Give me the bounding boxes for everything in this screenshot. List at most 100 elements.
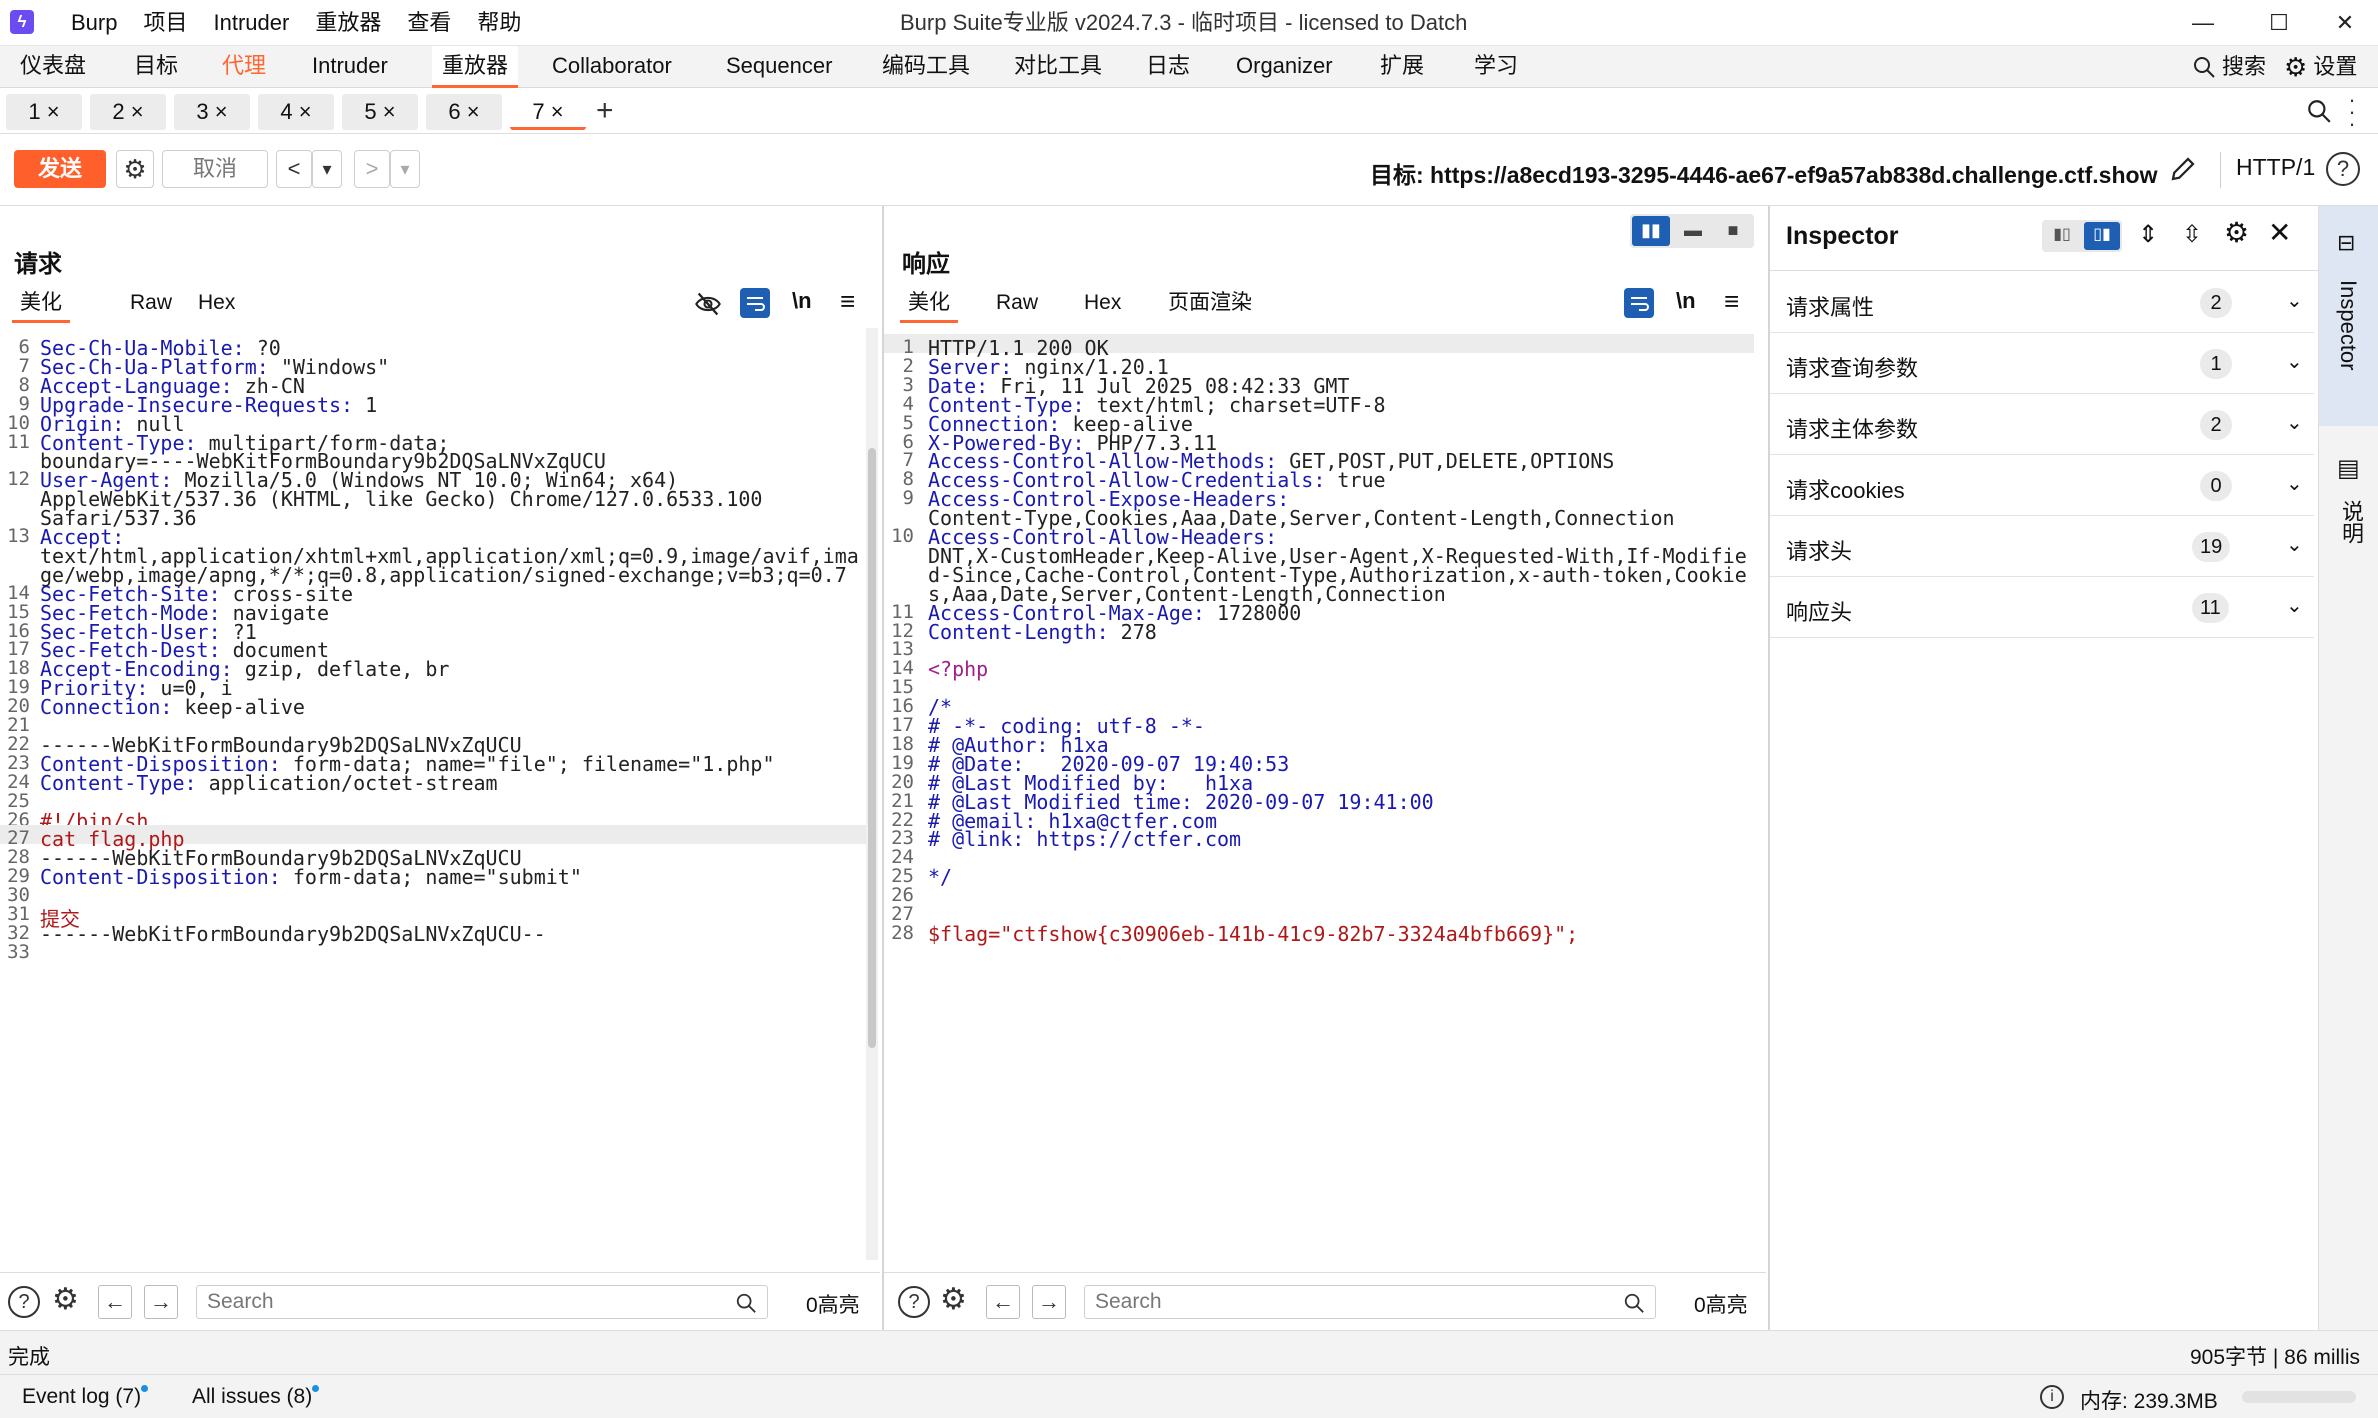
tab-decoder[interactable]: 编码工具	[872, 46, 980, 88]
response-tab-render[interactable]: 页面渲染	[1160, 286, 1260, 320]
help-icon[interactable]: ?	[8, 1286, 40, 1318]
minimize-button[interactable]: —	[2168, 6, 2238, 40]
tab-proxy[interactable]: 代理	[212, 46, 276, 88]
tab-intruder[interactable]: Intruder	[302, 46, 398, 88]
inspector-row-query-params[interactable]: 请求查询参数 1 ⌄	[1770, 333, 2314, 394]
response-search-input[interactable]: Search	[1084, 1285, 1656, 1319]
request-tab-pretty[interactable]: 美化	[12, 286, 70, 323]
maximize-button[interactable]: ☐	[2244, 6, 2314, 40]
expand-all-icon[interactable]: ⇕	[2138, 220, 2158, 249]
inspector-row-request-headers[interactable]: 请求头 19 ⌄	[1770, 516, 2314, 577]
request-scrollbar[interactable]	[866, 328, 878, 1260]
response-tab-raw[interactable]: Raw	[988, 286, 1046, 320]
forward-history-dropdown[interactable]: ▾	[390, 150, 420, 188]
gear-icon[interactable]: ⚙	[940, 1283, 967, 1317]
close-tab-icon[interactable]: ×	[467, 99, 480, 124]
tab-collaborator[interactable]: Collaborator	[542, 46, 682, 88]
tab-search-icon[interactable]	[2306, 98, 2332, 124]
request-tab-raw[interactable]: Raw	[122, 286, 180, 320]
repeater-tab-1[interactable]: 1 ×	[6, 94, 82, 130]
repeater-tab-7[interactable]: 7 ×	[510, 94, 586, 130]
menu-project[interactable]: 项目	[130, 8, 200, 38]
repeater-tab-4[interactable]: 4 ×	[258, 94, 334, 130]
hamburger-menu-icon[interactable]: ≡	[840, 286, 855, 317]
tab-more-icon[interactable]: · · ·	[2346, 89, 2358, 135]
response-tab-pretty[interactable]: 美化	[900, 286, 958, 323]
repeater-tab-3[interactable]: 3 ×	[174, 94, 250, 130]
tab-dashboard[interactable]: 仪表盘	[10, 46, 96, 88]
tab-extensions[interactable]: 扩展	[1370, 46, 1434, 88]
wrap-lines-toggle[interactable]	[1624, 288, 1654, 318]
info-icon[interactable]: i	[2040, 1385, 2064, 1409]
next-match-arrow-icon[interactable]: →	[1032, 1285, 1066, 1319]
response-tab-hex[interactable]: Hex	[1076, 286, 1129, 320]
request-tab-hex[interactable]: Hex	[190, 286, 243, 320]
next-match-arrow-icon[interactable]: →	[144, 1285, 178, 1319]
close-tab-icon[interactable]: ×	[383, 99, 396, 124]
rail-inspector-tab[interactable]: ⊟ Inspector	[2319, 206, 2378, 426]
response-editor[interactable]: 1 HTTP/1.1 200 OK 2 Server: nginx/1.20.1 3 Da…	[884, 328, 1754, 1260]
http-version-toggle[interactable]: HTTP/1	[2236, 154, 2315, 181]
close-tab-icon[interactable]: ×	[131, 99, 144, 124]
event-log-link[interactable]: Event log (7)	[22, 1385, 149, 1409]
rail-notes-tab[interactable]: ▤ 说明	[2319, 438, 2378, 578]
code-line: ------WebKitFormBoundary9b2DQSaLNVxZqUCU…	[40, 922, 546, 946]
forward-button[interactable]: >	[354, 150, 390, 188]
repeater-tab-5[interactable]: 5 ×	[342, 94, 418, 130]
close-tab-icon[interactable]: ×	[47, 99, 60, 124]
request-search-input[interactable]: Search	[196, 1285, 768, 1319]
menu-burp[interactable]: Burp	[58, 8, 130, 38]
back-history-dropdown[interactable]: ▾	[312, 150, 342, 188]
global-search-button[interactable]: 搜索	[2192, 50, 2266, 84]
tab-learn[interactable]: 学习	[1464, 46, 1528, 88]
inspector-row-body-params[interactable]: 请求主体参数 2 ⌄	[1770, 394, 2314, 455]
inspector-right-dock-icon[interactable]: ▯▮	[2084, 222, 2120, 250]
help-icon[interactable]: ?	[898, 1286, 930, 1318]
repeater-tab-2[interactable]: 2 ×	[90, 94, 166, 130]
gear-icon[interactable]: ⚙	[2224, 216, 2249, 249]
collapse-all-icon[interactable]: ⇳	[2182, 220, 2202, 249]
request-editor[interactable]: 6 Sec-Ch-Ua-Mobile: ?0 7 Sec-Ch-Ua-Platform…	[0, 328, 866, 1260]
newline-toggle[interactable]: \n	[1676, 288, 1696, 314]
tab-comparer[interactable]: 对比工具	[1004, 46, 1112, 88]
tab-repeater[interactable]: 重放器	[432, 46, 519, 88]
tab-logger[interactable]: 日志	[1136, 46, 1200, 88]
previous-match-arrow-icon[interactable]: ←	[986, 1285, 1020, 1319]
close-tab-icon[interactable]: ×	[551, 99, 564, 124]
inspector-row-response-headers[interactable]: 响应头 11 ⌄	[1770, 577, 2314, 638]
back-button[interactable]: <	[276, 150, 312, 188]
edit-target-pencil-icon[interactable]	[2168, 154, 2198, 184]
close-tab-icon[interactable]: ×	[299, 99, 312, 124]
close-window-button[interactable]: ✕	[2310, 6, 2378, 40]
gear-icon[interactable]: ⚙	[52, 1283, 79, 1317]
close-icon[interactable]: ✕	[2268, 216, 2291, 249]
inspector-left-dock-icon[interactable]: ▮▯	[2044, 222, 2080, 250]
tab-sequencer[interactable]: Sequencer	[716, 46, 842, 88]
stacked-layout-icon[interactable]: ▬	[1674, 216, 1712, 246]
tab-target[interactable]: 目标	[124, 46, 188, 88]
close-tab-icon[interactable]: ×	[215, 99, 228, 124]
tab-organizer[interactable]: Organizer	[1226, 46, 1343, 88]
inspector-row-request-attributes[interactable]: 请求属性 2 ⌄	[1770, 272, 2314, 333]
side-by-side-layout-icon[interactable]: ▮▮	[1632, 216, 1670, 246]
send-button[interactable]: 发送	[14, 150, 106, 188]
cancel-button[interactable]: 取消	[162, 150, 268, 188]
inspector-row-cookies[interactable]: 请求cookies 0 ⌄	[1770, 455, 2314, 516]
hamburger-menu-icon[interactable]: ≡	[1724, 286, 1739, 317]
newline-toggle[interactable]: \n	[792, 288, 812, 314]
all-issues-link[interactable]: All issues (8)	[192, 1385, 320, 1409]
wrap-lines-toggle[interactable]	[740, 288, 770, 318]
request-scroll-thumb[interactable]	[868, 448, 876, 1048]
menu-intruder[interactable]: Intruder	[201, 8, 303, 38]
global-settings-button[interactable]: ⚙ 设置	[2284, 50, 2357, 84]
hide-eye-icon[interactable]	[694, 290, 722, 318]
add-tab-button[interactable]: +	[596, 94, 614, 128]
menu-repeater[interactable]: 重放器	[302, 8, 394, 38]
repeater-tab-6[interactable]: 6 ×	[426, 94, 502, 130]
tabbed-layout-icon[interactable]: ■	[1714, 216, 1752, 246]
help-icon[interactable]: ?	[2326, 152, 2360, 186]
send-settings-button[interactable]: ⚙	[116, 150, 154, 188]
menu-view[interactable]: 查看	[394, 8, 464, 38]
menu-help[interactable]: 帮助	[464, 8, 534, 38]
previous-match-arrow-icon[interactable]: ←	[98, 1285, 132, 1319]
